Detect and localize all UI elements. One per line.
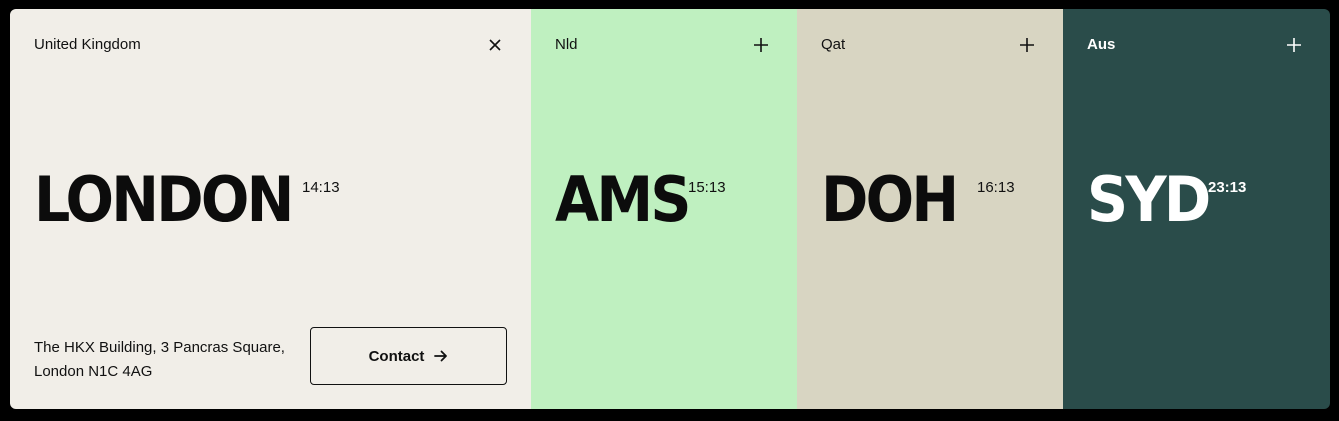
office-panel-london: United Kingdom LONDON 14:13 The HKX Buil… xyxy=(10,9,531,409)
address-line-2: London N1C 4AG xyxy=(34,363,153,380)
close-icon[interactable] xyxy=(485,35,505,55)
country-label: Nld xyxy=(555,36,578,53)
address-line-1: The HKX Building, 3 Pancras Square, xyxy=(34,339,285,356)
office-panel-amsterdam[interactable]: Nld AMS 15:13 xyxy=(531,9,797,409)
plus-icon[interactable] xyxy=(751,35,771,55)
contact-button[interactable]: Contact xyxy=(310,327,507,385)
office-selector: United Kingdom LONDON 14:13 The HKX Buil… xyxy=(10,9,1330,409)
contact-button-label: Contact xyxy=(368,347,425,365)
plus-icon[interactable] xyxy=(1284,35,1304,55)
office-panel-doha[interactable]: Qat DOH 16:13 xyxy=(797,9,1063,409)
plus-icon[interactable] xyxy=(1017,35,1037,55)
local-time: 16:13 xyxy=(977,179,1015,196)
local-time: 23:13 xyxy=(1208,179,1247,196)
city-name: DOH xyxy=(821,163,959,236)
city-name: SYD xyxy=(1087,163,1211,236)
local-time: 14:13 xyxy=(302,179,340,196)
country-label: Aus xyxy=(1087,36,1116,53)
arrow-right-icon xyxy=(434,350,448,362)
country-label: United Kingdom xyxy=(34,36,141,53)
local-time: 15:13 xyxy=(688,179,726,196)
office-address: The HKX Building, 3 Pancras Square, Lond… xyxy=(34,336,294,384)
city-name: AMS xyxy=(555,163,691,236)
city-name: LONDON xyxy=(34,163,294,236)
country-label: Qat xyxy=(821,36,846,53)
office-panel-sydney[interactable]: Aus SYD 23:13 xyxy=(1063,9,1330,409)
